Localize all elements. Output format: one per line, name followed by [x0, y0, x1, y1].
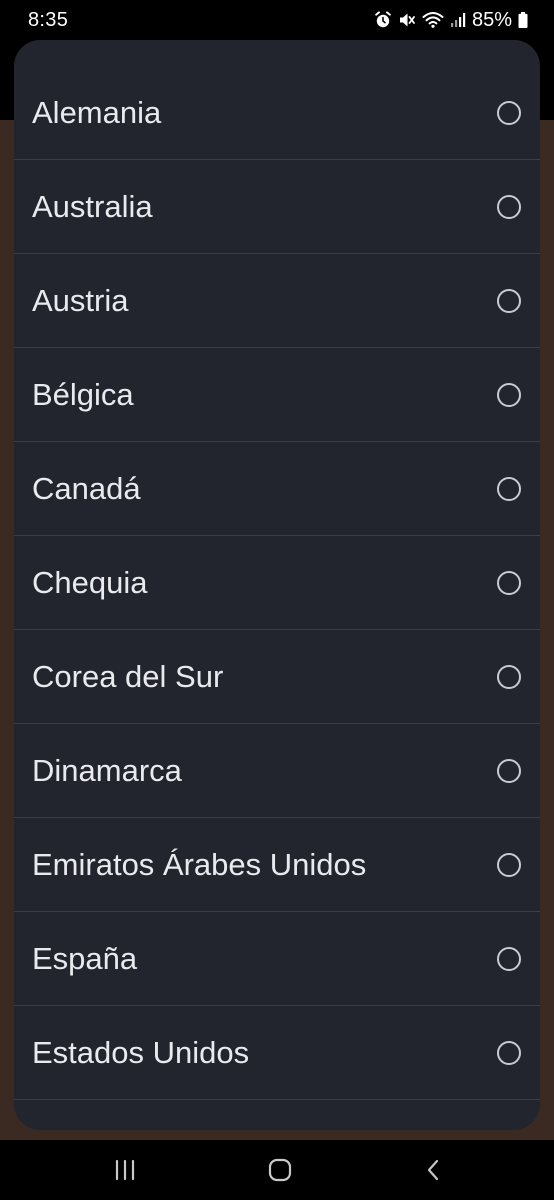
country-label: Austria	[32, 282, 129, 318]
country-label: Australia	[32, 188, 153, 224]
radio-button[interactable]	[497, 758, 521, 783]
list-item[interactable]: Chequia	[14, 536, 540, 630]
list-item[interactable]: Canadá	[14, 442, 540, 536]
mute-icon	[398, 11, 416, 29]
list-item[interactable]: Emiratos Árabes Unidos	[14, 818, 540, 912]
country-list: Alemania Australia Austria Bélgica Canad…	[14, 66, 540, 1100]
radio-button[interactable]	[497, 288, 521, 313]
country-label: Dinamarca	[32, 752, 182, 788]
wifi-icon	[422, 11, 444, 29]
battery-percent: 85%	[471, 8, 512, 31]
back-icon	[422, 1158, 446, 1187]
list-item[interactable]: Alemania	[14, 66, 540, 160]
navigation-bar	[0, 1140, 554, 1200]
radio-button[interactable]	[497, 476, 521, 501]
country-label: Corea del Sur	[32, 658, 224, 694]
list-item[interactable]: Austria	[14, 254, 540, 348]
country-label: Canadá	[32, 470, 141, 506]
list-item[interactable]: Dinamarca	[14, 724, 540, 818]
country-label: Bélgica	[32, 376, 134, 412]
list-item[interactable]: Australia	[14, 160, 540, 254]
country-label: Chequia	[32, 564, 148, 600]
status-time: 8:35	[28, 9, 69, 31]
home-button[interactable]	[258, 1150, 302, 1194]
home-icon	[267, 1157, 293, 1188]
radio-button[interactable]	[497, 664, 521, 689]
radio-button[interactable]	[497, 194, 521, 219]
battery-icon	[518, 11, 528, 29]
back-button[interactable]	[412, 1150, 456, 1194]
list-item[interactable]: Bélgica	[14, 348, 540, 442]
country-label: Alemania	[32, 94, 162, 130]
country-label: Estados Unidos	[32, 1034, 250, 1070]
country-label: Emiratos Árabes Unidos	[32, 846, 367, 882]
alarm-icon	[374, 11, 392, 29]
recent-apps-button[interactable]	[103, 1150, 147, 1194]
list-item[interactable]: Estados Unidos	[14, 1006, 540, 1100]
radio-button[interactable]	[497, 100, 521, 125]
radio-button[interactable]	[497, 382, 521, 407]
recent-apps-icon	[113, 1158, 137, 1187]
country-label: España	[32, 940, 138, 976]
list-item[interactable]: Corea del Sur	[14, 630, 540, 724]
radio-button[interactable]	[497, 1040, 521, 1065]
status-bar: 8:35 85%	[0, 0, 554, 40]
radio-button[interactable]	[497, 852, 521, 877]
country-picker-sheet: Alemania Australia Austria Bélgica Canad…	[14, 40, 540, 1130]
radio-button[interactable]	[497, 946, 521, 971]
signal-icon	[450, 11, 466, 29]
status-icons: 85%	[374, 8, 528, 32]
radio-button[interactable]	[497, 570, 521, 595]
screen: 8:35 85% Alemania Australia Austria Bélg…	[0, 0, 554, 1200]
list-item[interactable]: España	[14, 912, 540, 1006]
